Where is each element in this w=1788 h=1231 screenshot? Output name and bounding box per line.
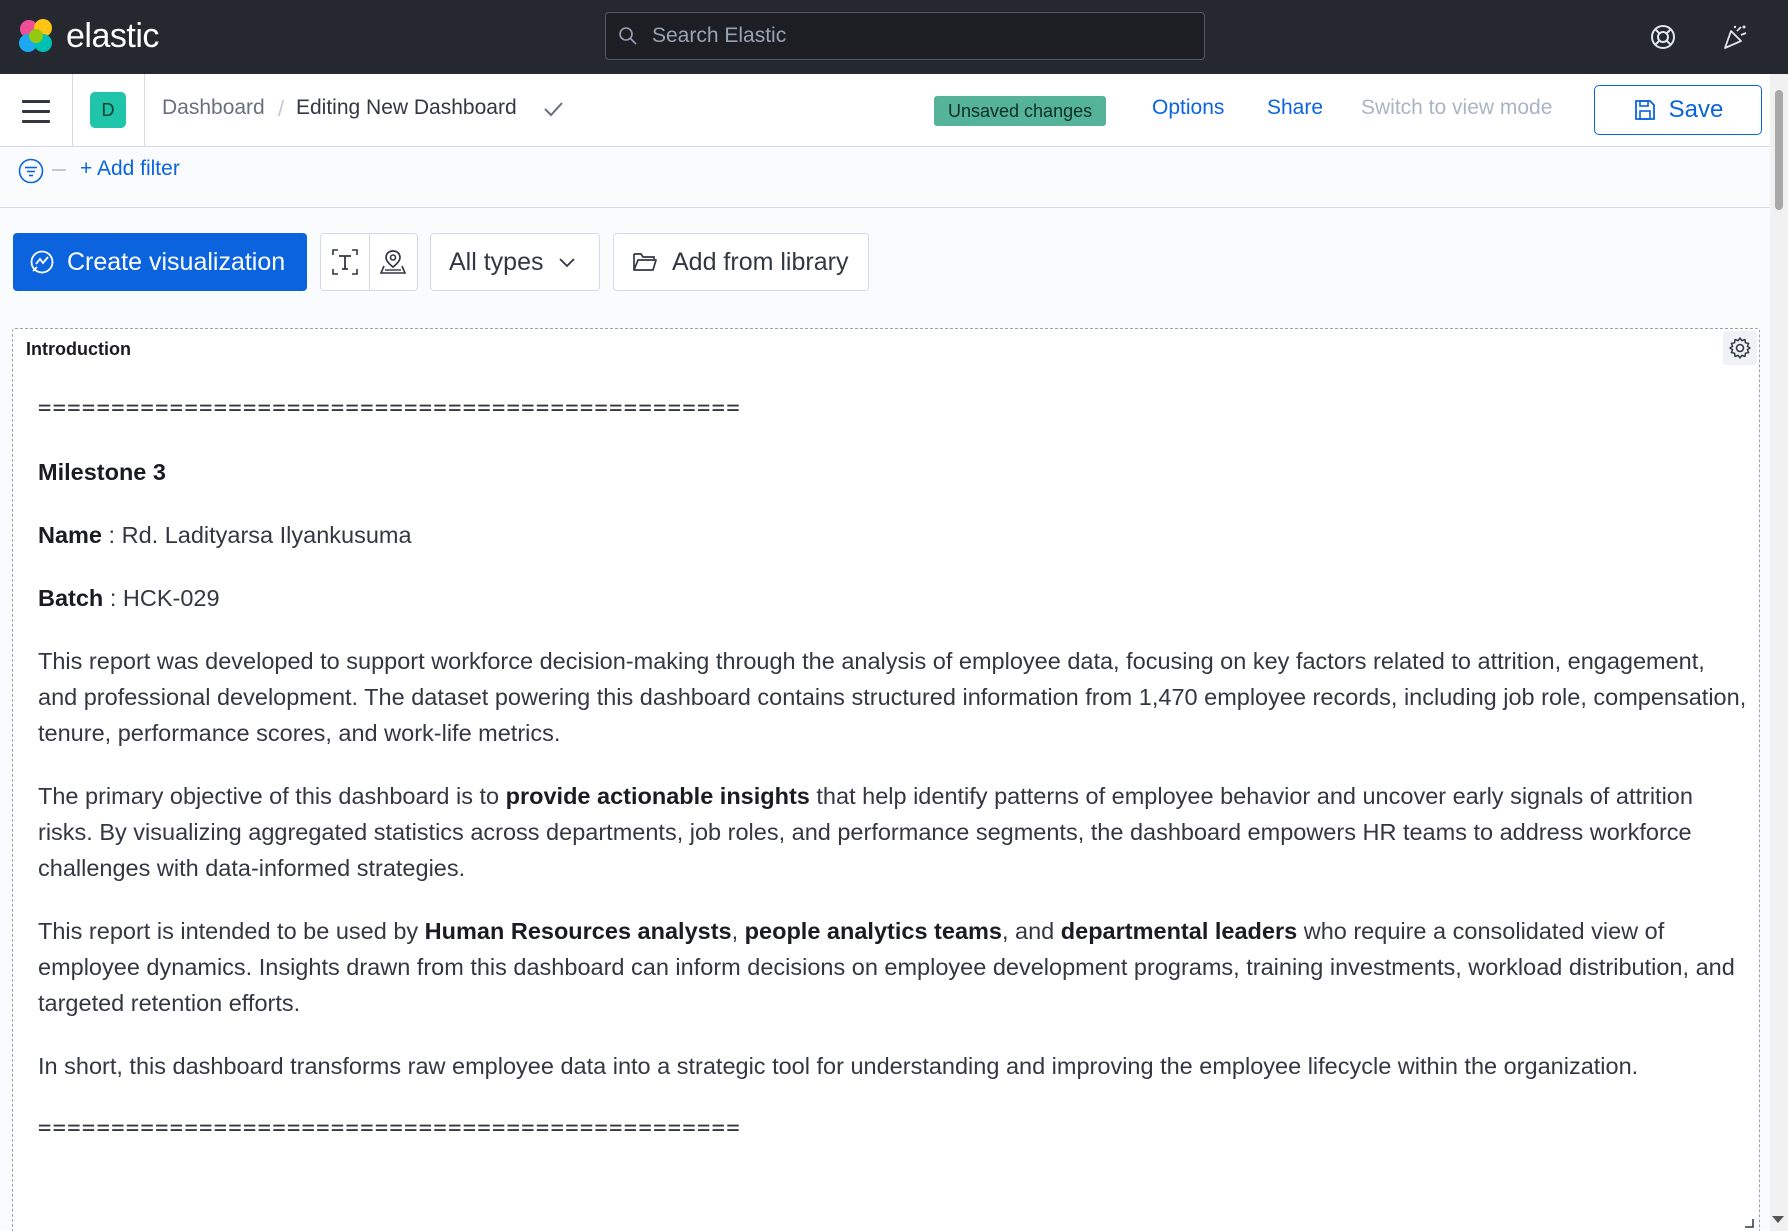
paragraph-3-bold: departmental leaders — [1060, 918, 1298, 944]
header-divider — [144, 74, 145, 146]
space-avatar[interactable]: D — [90, 92, 126, 128]
create-visualization-button[interactable]: Create visualization — [13, 233, 307, 291]
chevron-down-icon — [559, 258, 576, 268]
filter-divider — [52, 169, 66, 171]
elastic-logo-icon — [19, 19, 52, 52]
introduction-panel[interactable]: Introduction ===========================… — [12, 328, 1760, 1231]
header-divider — [72, 74, 73, 146]
paragraph-2-bold: provide actionable insights — [505, 783, 810, 809]
newsfeed-icon[interactable] — [1718, 20, 1752, 54]
batch-value: : HCK-029 — [103, 585, 220, 611]
help-icon[interactable] — [1646, 20, 1680, 54]
name-value: : Rd. Ladityarsa Ilyankusuma — [102, 522, 412, 548]
paragraph-3: This report is intended to be used by Hu… — [38, 913, 1748, 1021]
paragraph-2: The primary objective of this dashboard … — [38, 778, 1748, 886]
create-visualization-label: Create visualization — [67, 247, 286, 276]
milestone-heading: Milestone 3 — [38, 454, 1748, 490]
batch-label: Batch — [38, 585, 104, 611]
hamburger-line — [22, 109, 50, 113]
paragraph-3-text: This report is intended to be used by — [38, 918, 425, 944]
batch-line: Batch : HCK-029 — [38, 580, 1748, 616]
scrollbar-thumb[interactable] — [1775, 90, 1783, 210]
kibana-app: elastic Search Elastic D Dashboard / Edi… — [0, 0, 1788, 1231]
paragraph-3-bold: people analytics teams — [744, 918, 1002, 944]
maps-icon[interactable] — [368, 234, 417, 290]
name-label: Name — [38, 522, 103, 548]
panel-title: Introduction — [26, 339, 131, 359]
hamburger-line — [22, 119, 50, 123]
paragraph-2-text: The primary objective of this dashboard … — [38, 783, 506, 809]
add-from-library-button[interactable]: Add from library — [613, 233, 869, 291]
filter-bar: + Add filter — [0, 148, 1770, 208]
separator-line-top: ========================================… — [38, 396, 741, 421]
breadcrumb-current: Editing New Dashboard — [296, 96, 517, 119]
paragraph-4: In short, this dashboard transforms raw … — [38, 1053, 1639, 1079]
text-panel-icon[interactable] — [321, 234, 369, 290]
separator-line-bottom: ========================================… — [38, 1116, 741, 1141]
folder-icon — [633, 253, 657, 271]
paragraph-3-text: , and — [1001, 918, 1061, 944]
share-link[interactable]: Share — [1267, 96, 1323, 120]
scroll-down-arrow-icon[interactable] — [1772, 1216, 1784, 1223]
app-header: D Dashboard / Editing New Dashboard Unsa… — [0, 74, 1770, 147]
save-label: Save — [1668, 96, 1724, 123]
paragraph-3-text: , — [731, 918, 745, 944]
breadcrumb-dashboard[interactable]: Dashboard — [162, 96, 265, 120]
add-filter-button[interactable]: + Add filter — [80, 157, 180, 181]
gear-icon[interactable] — [1723, 331, 1757, 365]
options-link[interactable]: Options — [1152, 96, 1224, 120]
save-button[interactable]: Save — [1594, 85, 1762, 135]
page-scrollbar[interactable] — [1770, 74, 1788, 1231]
filter-icon[interactable] — [18, 158, 44, 189]
all-types-label: All types — [449, 247, 544, 276]
add-from-library-label: Add from library — [672, 247, 849, 276]
quick-add-group — [320, 233, 418, 291]
global-search[interactable] — [605, 12, 1205, 60]
nav-menu-button[interactable] — [18, 94, 54, 128]
dashboard-toolbar: Create visualization All types Add from … — [0, 208, 1770, 328]
global-header: elastic — [0, 0, 1788, 74]
brand-name: elastic — [66, 16, 159, 55]
resize-handle-icon[interactable] — [1743, 1216, 1755, 1231]
paragraph-1: This report was developed to support wor… — [38, 648, 1747, 746]
paragraph-3-bold: Human Resources analysts — [424, 918, 732, 944]
markdown-content: ========================================… — [38, 391, 1748, 1174]
milestone-text: Milestone 3 — [38, 459, 166, 485]
name-line: Name : Rd. Ladityarsa Ilyankusuma — [38, 517, 1748, 553]
hamburger-line — [22, 99, 50, 103]
search-icon — [619, 27, 637, 45]
switch-to-view-mode-link[interactable]: Switch to view mode — [1361, 96, 1552, 120]
visualize-icon — [30, 250, 54, 274]
search-input[interactable] — [652, 24, 1172, 48]
save-icon — [1634, 100, 1655, 120]
all-types-dropdown[interactable]: All types — [430, 233, 600, 291]
breadcrumb-separator: / — [278, 96, 285, 121]
unsaved-changes-badge: Unsaved changes — [934, 96, 1107, 126]
checkmark-icon — [542, 98, 564, 125]
elastic-logo[interactable]: elastic — [16, 16, 159, 56]
